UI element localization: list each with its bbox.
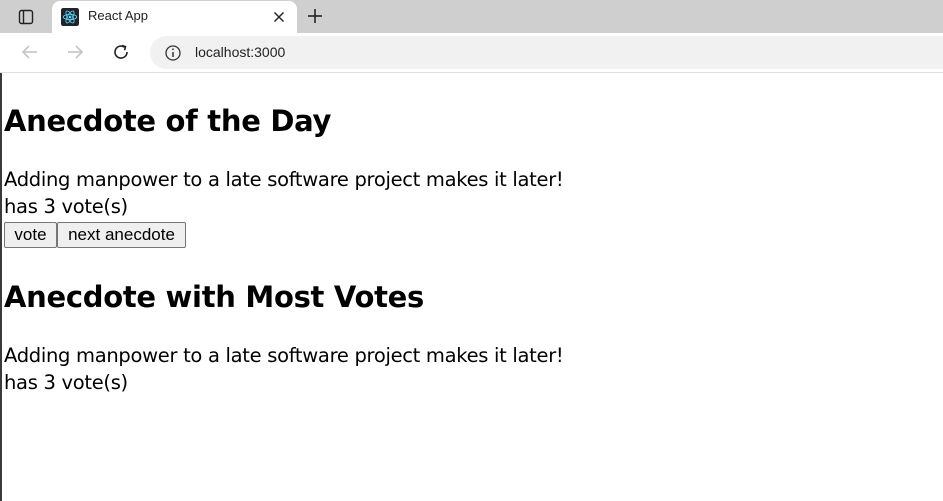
anecdote-of-day-text: Adding manpower to a late software proje… [4,168,564,191]
most-votes-anecdote-text: Adding manpower to a late software proje… [4,344,564,367]
window-icon [18,9,34,25]
plus-icon [308,9,322,23]
url-text[interactable]: localhost:3000 [195,44,285,60]
reload-icon [114,44,128,59]
forward-button[interactable] [63,41,87,63]
back-button[interactable] [18,41,42,63]
anecdote-of-day-votes: has 3 vote(s) [4,195,128,218]
address-bar[interactable]: localhost:3000 [150,36,943,69]
next-anecdote-button[interactable]: next anecdote [57,222,186,248]
tab-title: React App [88,8,148,23]
close-icon [274,12,284,22]
most-votes-heading: Anecdote with Most Votes [4,280,424,314]
vote-button[interactable]: vote [4,222,57,248]
active-tab[interactable]: React App [52,1,297,33]
tab-strip: React App [0,0,943,33]
most-votes-anecdote-votes: has 3 vote(s) [4,371,128,394]
forward-arrow-icon [68,45,84,59]
back-arrow-icon [21,45,37,59]
window-menu-button[interactable] [12,7,40,27]
tab-close-button[interactable] [270,8,288,26]
browser-toolbar: localhost:3000 [0,33,943,73]
new-tab-button[interactable] [303,5,327,27]
reload-button[interactable] [109,41,133,63]
info-icon[interactable] [164,44,182,62]
anecdote-of-day-heading: Anecdote of the Day [4,104,332,138]
react-logo-icon [61,8,79,26]
page-content: Anecdote of the Day Adding manpower to a… [0,73,943,501]
